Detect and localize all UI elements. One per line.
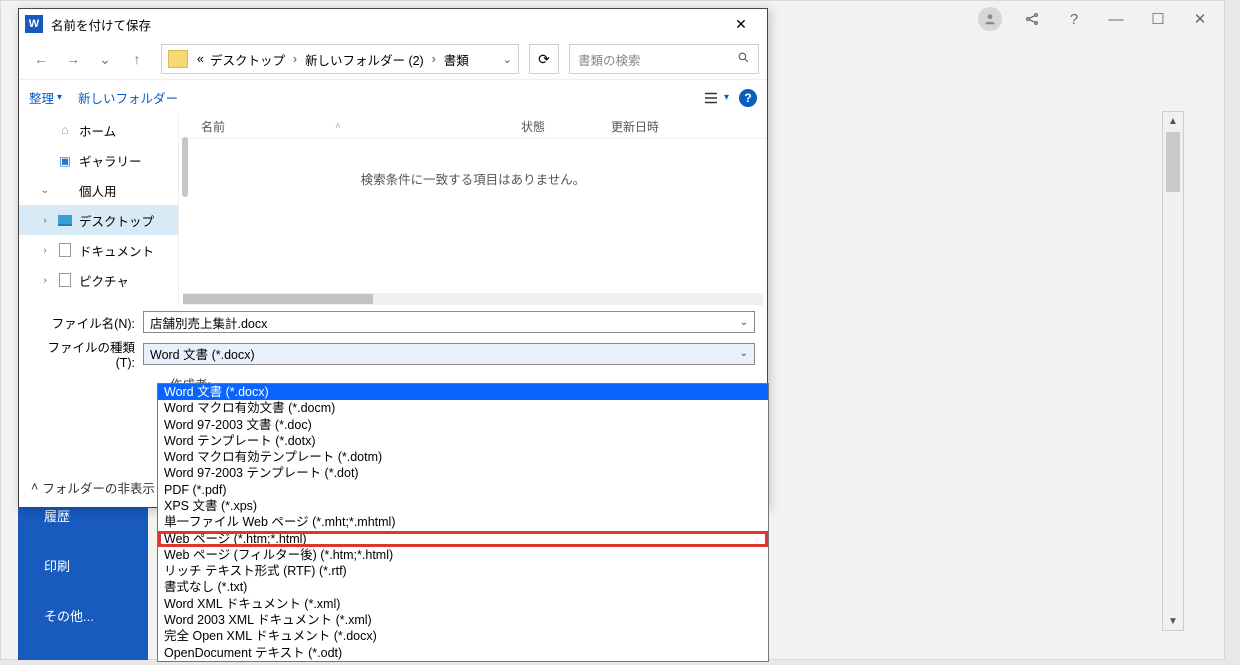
filetype-option[interactable]: Word 文書 (*.docx) <box>158 384 768 400</box>
filetype-option[interactable]: Word テンプレート (*.dotx) <box>158 433 768 449</box>
picture-icon <box>57 272 73 288</box>
filetype-option[interactable]: Word 97-2003 文書 (*.doc) <box>158 417 768 433</box>
scroll-down-icon[interactable]: ▼ <box>1163 612 1183 630</box>
scroll-thumb[interactable] <box>1166 132 1180 192</box>
backstage-other[interactable]: その他... <box>18 590 148 640</box>
crumb-newfolder[interactable]: 新しいフォルダー (2) <box>302 50 427 69</box>
empty-message: 検索条件に一致する項目はありません。 <box>179 139 767 293</box>
file-list-area: 名前 ˄ 状態 更新日時 検索条件に一致する項目はありません。 <box>179 115 767 305</box>
organize-button[interactable]: 整理 ▾ <box>29 88 62 107</box>
dialog-nav-row: ← → ⌄ ↑ « デスクトップ › 新しいフォルダー (2) › 書類 ⌄ ⟳… <box>19 39 767 79</box>
chevron-down-icon: ▾ <box>724 92 729 103</box>
col-name[interactable]: 名前 ˄ <box>201 118 521 135</box>
chevron-right-icon[interactable]: › <box>39 215 51 226</box>
dialog-toolbar: 整理 ▾ 新しいフォルダー ▾ ? <box>19 79 767 115</box>
nav-recent-button[interactable]: ⌄ <box>91 45 119 73</box>
dialog-body: ⌂ ホーム ▣ ギャラリー ⌄ 個人用 › デスクトップ › ドキュメン <box>19 115 767 305</box>
help-button[interactable]: ? <box>1054 3 1094 35</box>
backstage-sidebar: 履歴 印刷 その他... <box>18 490 148 660</box>
file-list-headers: 名前 ˄ 状態 更新日時 <box>179 115 767 139</box>
refresh-button[interactable]: ⟳ <box>529 44 559 74</box>
nav-forward-button[interactable]: → <box>59 45 87 73</box>
nav-back-button[interactable]: ← <box>27 45 55 73</box>
tree-documents[interactable]: › ドキュメント <box>19 235 178 265</box>
filename-label: ファイル名(N): <box>31 313 143 332</box>
view-mode-button[interactable]: ▾ <box>702 89 729 107</box>
filetype-option[interactable]: Word マクロ有効テンプレート (*.dotm) <box>158 449 768 465</box>
dialog-title: 名前を付けて保存 <box>51 15 721 34</box>
search-placeholder: 書類の検索 <box>578 50 641 69</box>
new-folder-button[interactable]: 新しいフォルダー <box>78 88 178 107</box>
filetype-option[interactable]: Word 97-2003 テンプレート (*.dot) <box>158 465 768 481</box>
filetype-option[interactable]: Web ページ (フィルター後) (*.htm;*.html) <box>158 547 768 563</box>
file-h-scrollbar[interactable] <box>183 293 763 305</box>
desktop-icon <box>57 212 73 228</box>
col-date[interactable]: 更新日時 <box>611 118 659 135</box>
chevron-right-icon[interactable]: › <box>39 245 51 256</box>
home-icon: ⌂ <box>57 122 73 138</box>
crumb-sep-icon: › <box>427 52 441 66</box>
tree-desktop[interactable]: › デスクトップ <box>19 205 178 235</box>
maximize-button[interactable]: ☐ <box>1138 3 1178 35</box>
sort-asc-icon: ˄ <box>335 121 341 132</box>
folder-tree: ⌂ ホーム ▣ ギャラリー ⌄ 個人用 › デスクトップ › ドキュメン <box>19 115 179 305</box>
crumb-desktop[interactable]: デスクトップ <box>207 50 288 69</box>
chevron-down-icon: ▾ <box>57 92 62 103</box>
folder-icon <box>168 50 188 68</box>
chevron-down-icon[interactable]: ⌄ <box>740 317 748 328</box>
search-input[interactable]: 書類の検索 <box>569 44 759 74</box>
word-icon: W <box>25 15 43 33</box>
hide-folders-button[interactable]: ˄ フォルダーの非表示 <box>31 478 155 497</box>
filetype-option[interactable]: 単一ファイル Web ページ (*.mht;*.mhtml) <box>158 514 768 530</box>
gallery-icon: ▣ <box>57 152 73 168</box>
crumb-more[interactable]: « <box>194 52 207 66</box>
filename-row: ファイル名(N): 店舗別売上集計.docx ⌄ <box>31 311 755 333</box>
filetype-option[interactable]: Web ページ (*.htm;*.html) <box>158 531 768 547</box>
tree-pictures[interactable]: › ピクチャ <box>19 265 178 295</box>
minimize-button[interactable]: — <box>1096 3 1136 35</box>
filetype-option[interactable]: Word マクロ有効文書 (*.docm) <box>158 400 768 416</box>
tree-home[interactable]: ⌂ ホーム <box>19 115 178 145</box>
avatar-icon <box>978 7 1002 31</box>
filetype-row: ファイルの種類(T): Word 文書 (*.docx) ⌄ <box>31 337 755 370</box>
col-status[interactable]: 状態 <box>521 118 611 135</box>
scroll-up-icon[interactable]: ▲ <box>1163 112 1183 130</box>
share-button[interactable] <box>1012 3 1052 35</box>
filetype-option[interactable]: OpenDocument テキスト (*.odt) <box>158 645 768 661</box>
dialog-close-button[interactable]: ✕ <box>721 10 761 38</box>
nav-up-button[interactable]: ↑ <box>123 45 151 73</box>
chevron-down-icon[interactable]: ⌄ <box>39 185 51 196</box>
tree-personal[interactable]: ⌄ 個人用 <box>19 175 178 205</box>
doc-scrollbar[interactable]: ▲ ▼ <box>1162 111 1184 631</box>
tree-gallery[interactable]: ▣ ギャラリー <box>19 145 178 175</box>
filetype-option[interactable]: 完全 Open XML ドキュメント (*.docx) <box>158 628 768 644</box>
search-icon <box>737 51 750 67</box>
document-icon <box>57 242 73 258</box>
filetype-option[interactable]: XPS 文書 (*.xps) <box>158 498 768 514</box>
filetype-label: ファイルの種類(T): <box>31 337 143 370</box>
dialog-titlebar: W 名前を付けて保存 ✕ <box>19 9 767 39</box>
close-app-button[interactable]: ✕ <box>1180 3 1220 35</box>
filetype-dropdown[interactable]: Word 文書 (*.docx)Word マクロ有効文書 (*.docm)Wor… <box>157 383 769 662</box>
app-titlebar: ? — ☐ ✕ <box>970 1 1224 37</box>
chevron-down-icon[interactable]: ⌄ <box>740 348 748 359</box>
filetype-option[interactable]: 書式なし (*.txt) <box>158 580 768 596</box>
filename-input[interactable]: 店舗別売上集計.docx ⌄ <box>143 311 755 333</box>
address-bar[interactable]: « デスクトップ › 新しいフォルダー (2) › 書類 ⌄ <box>161 44 519 74</box>
chevron-up-icon: ˄ <box>31 480 38 494</box>
crumb-shorui[interactable]: 書類 <box>441 50 472 69</box>
chevron-right-icon[interactable]: › <box>39 275 51 286</box>
account-avatar[interactable] <box>970 3 1010 35</box>
crumb-sep-icon: › <box>288 52 302 66</box>
scroll-thumb[interactable] <box>183 294 373 304</box>
filetype-option[interactable]: Word XML ドキュメント (*.xml) <box>158 596 768 612</box>
filetype-option[interactable]: PDF (*.pdf) <box>158 482 768 498</box>
filetype-select[interactable]: Word 文書 (*.docx) ⌄ <box>143 343 755 365</box>
help-icon[interactable]: ? <box>739 89 757 107</box>
filetype-option[interactable]: Word 2003 XML ドキュメント (*.xml) <box>158 612 768 628</box>
filetype-option[interactable]: リッチ テキスト形式 (RTF) (*.rtf) <box>158 563 768 579</box>
address-dropdown-icon[interactable]: ⌄ <box>503 53 512 66</box>
backstage-print[interactable]: 印刷 <box>18 540 148 590</box>
